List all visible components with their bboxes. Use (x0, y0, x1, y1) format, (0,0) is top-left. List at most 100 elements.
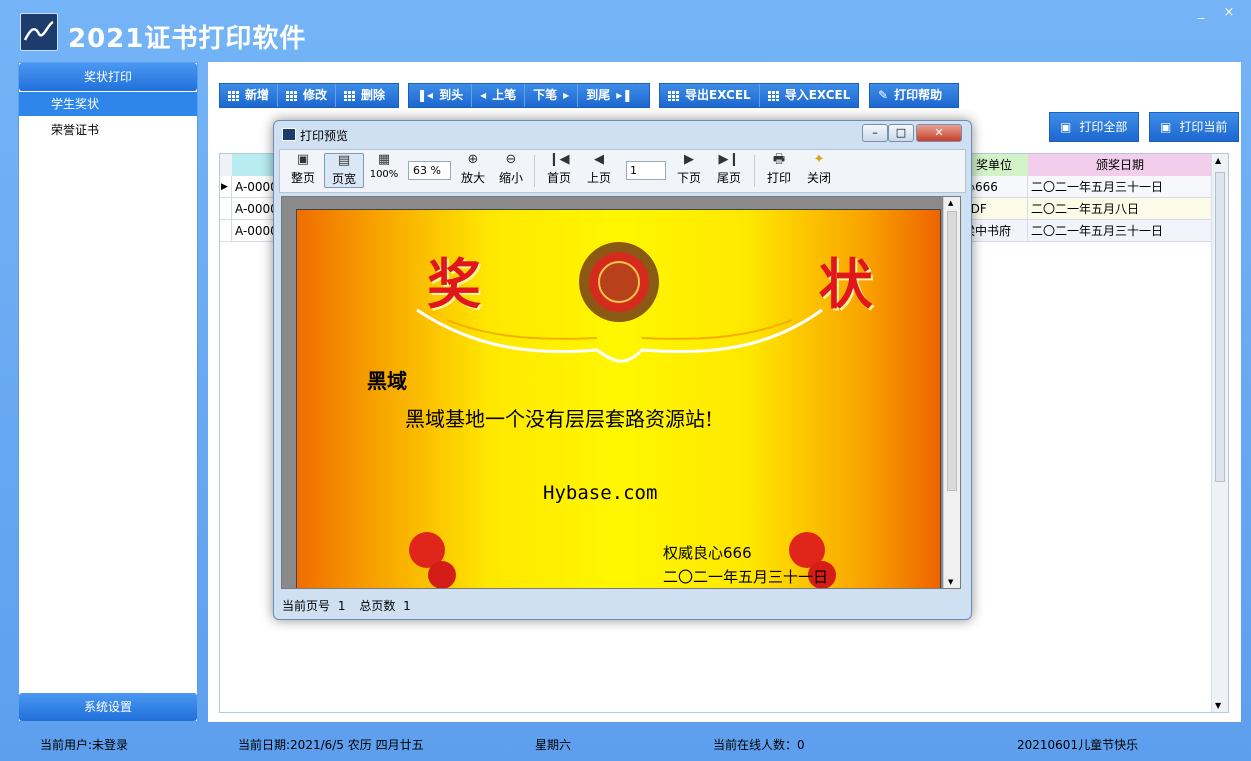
print-help-button[interactable]: ✎ 打印帮助 (870, 84, 950, 107)
dialog-app-icon (282, 128, 296, 141)
current-page-value: 1 (337, 599, 346, 613)
current-page-label: 当前页号 (282, 599, 331, 613)
prev-page-button[interactable]: ◀ 上页 (582, 153, 616, 186)
certificate-date: 二〇二一年五月三十一日 (663, 568, 829, 586)
edit-button[interactable]: 修改 (278, 84, 337, 107)
new-button[interactable]: 新增 (220, 84, 279, 107)
import-excel-button[interactable]: 导入EXCEL (760, 84, 859, 107)
zoom-out-button[interactable]: ⊖ 缩小 (494, 153, 528, 186)
first-icon: ❚◂ (417, 88, 434, 102)
edit-label: 修改 (303, 88, 328, 102)
nav-toolbar: ❚◂ 到头 ◂ 上笔 下笔 ▸ 到尾 ▸❚ (408, 83, 650, 108)
print-label: 打印 (766, 171, 791, 185)
exit-icon: ✦ (813, 152, 825, 167)
next-page-icon: ▶ (684, 152, 694, 167)
last-record-button[interactable]: 到尾 ▸❚ (578, 84, 640, 107)
delete-button[interactable]: 删除 (336, 84, 393, 107)
sidebar-item-honor-certificate[interactable]: 荣誉证书 (19, 118, 197, 142)
print-button[interactable]: 🖶 打印 (762, 153, 796, 186)
app-title: 2021证书打印软件 (68, 24, 307, 54)
grid-icon (228, 90, 239, 101)
first-page-button[interactable]: ❙◀ 首页 (542, 153, 576, 186)
scroll-thumb[interactable] (1215, 172, 1225, 482)
status-note: 20210601儿童节快乐 (1017, 738, 1139, 752)
row-header (220, 198, 232, 220)
prev-label: 上笔 (492, 88, 517, 102)
first-page-icon: ❙◀ (548, 152, 570, 167)
dialog-maximize-button[interactable]: □ (888, 124, 914, 142)
print-current-button[interactable]: ▣ 打印当前 (1149, 112, 1239, 142)
minimize-icon[interactable]: _ (1188, 4, 1214, 22)
actual-size-button[interactable]: ▦ 100% (367, 153, 401, 181)
zoom-input[interactable]: 63 % (408, 161, 451, 180)
row-header (220, 220, 232, 242)
page-width-button[interactable]: ▤ 页宽 (324, 153, 364, 188)
scroll-thumb[interactable] (947, 211, 957, 491)
print-preview-dialog: 打印预览 – □ ✕ ▣ 整页 ▤ 页宽 ▦ 100% 63 % ⊕ 放大 ⊖ 缩小 ❙◀… (273, 120, 972, 620)
export-excel-button[interactable]: 导出EXCEL (660, 84, 760, 107)
zoom-in-label: 放大 (460, 171, 485, 185)
zoom-in-button[interactable]: ⊕ 放大 (456, 153, 490, 186)
current-row-indicator-icon: ▶ (220, 176, 232, 198)
app-window: 2021证书打印软件 _ × 奖状打印 学生奖状 荣誉证书 系统设置 新增 修改… (0, 0, 1251, 761)
preview-canvas[interactable]: 奖 状 黑域 黑域基地一个没有层层套路资源站! Hybase.com 权威良心6… (281, 196, 961, 589)
scroll-up-icon[interactable]: ▲ (948, 199, 953, 207)
whole-page-button[interactable]: ▣ 整页 (285, 153, 321, 186)
pen-icon: ✎ (878, 88, 889, 102)
last-label: 到尾 (586, 88, 611, 102)
status-weekday: 星期六 (535, 738, 572, 752)
grid-icon (668, 90, 679, 101)
toolbar-divider (754, 155, 755, 187)
import-excel-label: 导入EXCEL (784, 88, 851, 102)
total-pages-label: 总页数 (359, 599, 396, 613)
preview-scrollbar[interactable]: ▲ ▼ (943, 197, 960, 588)
last-page-icon: ▶❙ (718, 152, 740, 167)
printer-icon: 🖶 (772, 152, 786, 167)
sidebar-item-student-award[interactable]: 学生奖状 (19, 92, 197, 116)
page-number-input[interactable]: 1 (626, 161, 666, 180)
first-record-button[interactable]: ❚◂ 到头 (409, 84, 473, 107)
printer-icon: ▣ (1060, 120, 1072, 134)
row-date-cell: 二〇二一年五月三十一日 (1028, 176, 1212, 198)
last-icon: ▸❚ (616, 88, 633, 102)
print-help-label: 打印帮助 (894, 88, 943, 102)
grid-scrollbar[interactable]: ▲ ▼ (1211, 154, 1228, 712)
certificate-page: 奖 状 黑域 黑域基地一个没有层层套路资源站! Hybase.com 权威良心6… (296, 209, 941, 588)
print-all-label: 打印全部 (1079, 120, 1128, 134)
close-preview-button[interactable]: ✦ 关闭 (802, 153, 836, 186)
sidebar-section-certificate-print[interactable]: 奖状打印 (19, 63, 197, 91)
certificate-recipient: 黑域 (367, 369, 407, 393)
certificate-url: Hybase.com (543, 482, 658, 504)
delete-label: 删除 (361, 88, 386, 102)
dialog-close-button[interactable]: ✕ (916, 124, 962, 142)
sidebar-section-system-settings[interactable]: 系统设置 (19, 693, 197, 721)
certificate-ornament (409, 242, 836, 588)
scroll-up-icon[interactable]: ▲ (1215, 156, 1221, 165)
scroll-down-icon[interactable]: ▼ (1215, 701, 1221, 710)
scroll-down-icon[interactable]: ▼ (948, 578, 953, 586)
row-date-cell: 二〇二一年五月八日 (1028, 198, 1212, 220)
last-page-label: 尾页 (716, 171, 741, 185)
certificate-issuer: 权威良心666 (663, 544, 752, 562)
status-user: 当前用户:未登录 (40, 738, 129, 752)
close-icon[interactable]: × (1216, 4, 1242, 22)
app-logo (20, 13, 58, 51)
next-page-button[interactable]: ▶ 下页 (672, 153, 706, 186)
new-label: 新增 (245, 88, 270, 102)
close-preview-label: 关闭 (806, 171, 831, 185)
zoom-value: 63 (413, 164, 427, 177)
page-icon: ▤ (337, 153, 351, 168)
prev-record-button[interactable]: ◂ 上笔 (472, 84, 526, 107)
grid-icon (286, 90, 298, 101)
last-page-button[interactable]: ▶❙ 尾页 (712, 153, 746, 186)
next-record-button[interactable]: 下笔 ▸ (525, 84, 579, 107)
zoom-out-icon: ⊖ (505, 152, 517, 167)
whole-page-label: 整页 (290, 171, 315, 185)
print-all-button[interactable]: ▣ 打印全部 (1049, 112, 1139, 142)
edit-toolbar: 新增 修改 删除 (219, 83, 399, 108)
column-header-date[interactable]: 颁奖日期 (1028, 154, 1212, 176)
row-date-cell: 二〇二一年五月三十一日 (1028, 220, 1212, 242)
dialog-minimize-button[interactable]: – (862, 124, 888, 142)
zoom-out-label: 缩小 (498, 171, 523, 185)
next-page-label: 下页 (676, 171, 701, 185)
